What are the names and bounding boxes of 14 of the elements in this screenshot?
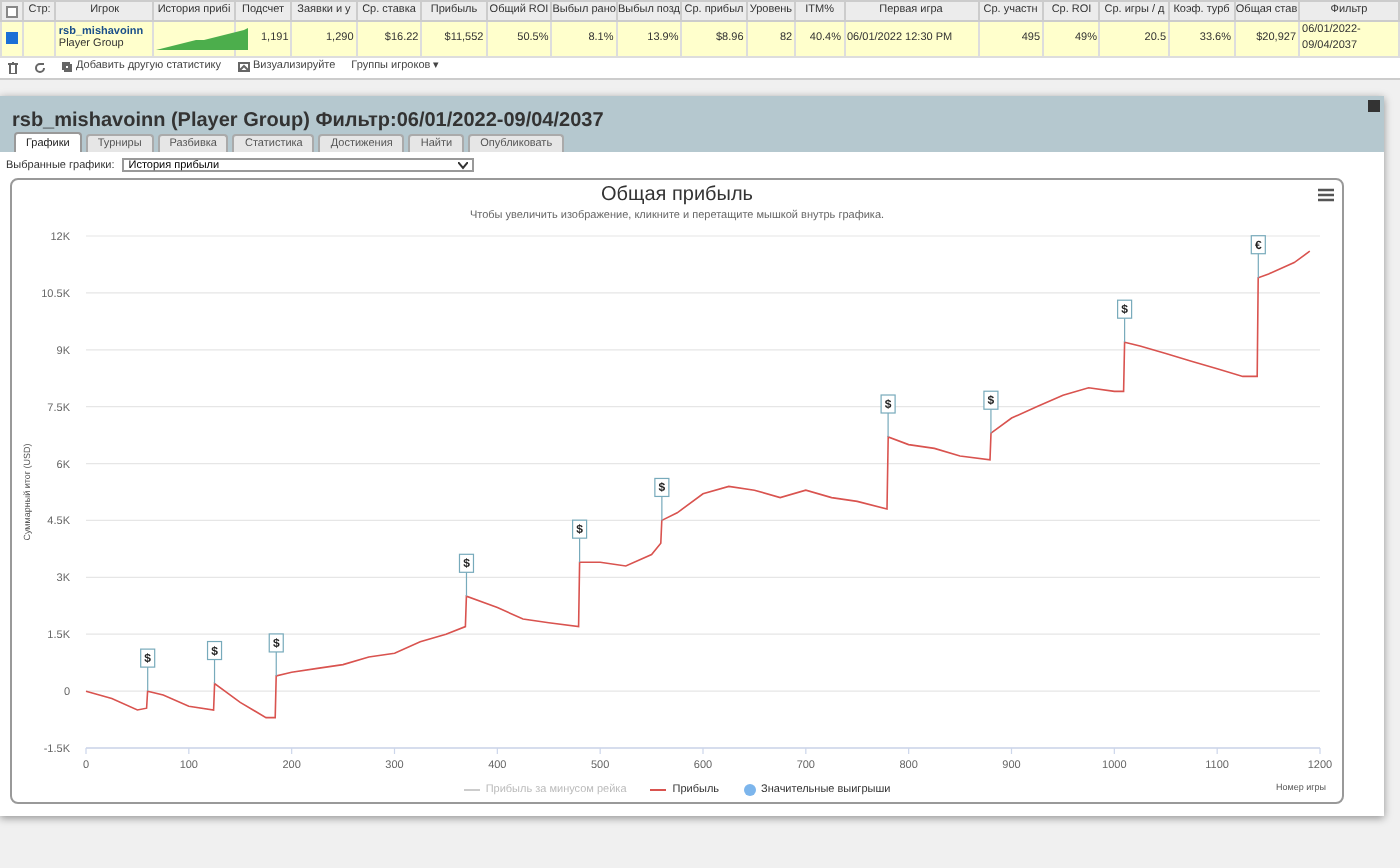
image-icon [237, 62, 249, 72]
menu-icon[interactable] [1318, 187, 1334, 202]
chevron-icon [458, 161, 469, 170]
line-icon [650, 787, 667, 792]
chart-title: Общая прибыль [598, 183, 755, 208]
line-icon [463, 787, 480, 792]
close-icon[interactable] [1368, 99, 1380, 111]
dot-icon [743, 783, 756, 796]
trash-icon[interactable] [8, 61, 18, 73]
refresh-icon[interactable] [34, 61, 46, 73]
panel-title: rsb_mishavoinn (Player Group) Фильтр:06/01/2022-09/04/2037 [12, 107, 604, 135]
checkbox[interactable] [6, 5, 19, 17]
sparkline-drawing [156, 26, 249, 51]
checkbox[interactable] [6, 32, 19, 45]
